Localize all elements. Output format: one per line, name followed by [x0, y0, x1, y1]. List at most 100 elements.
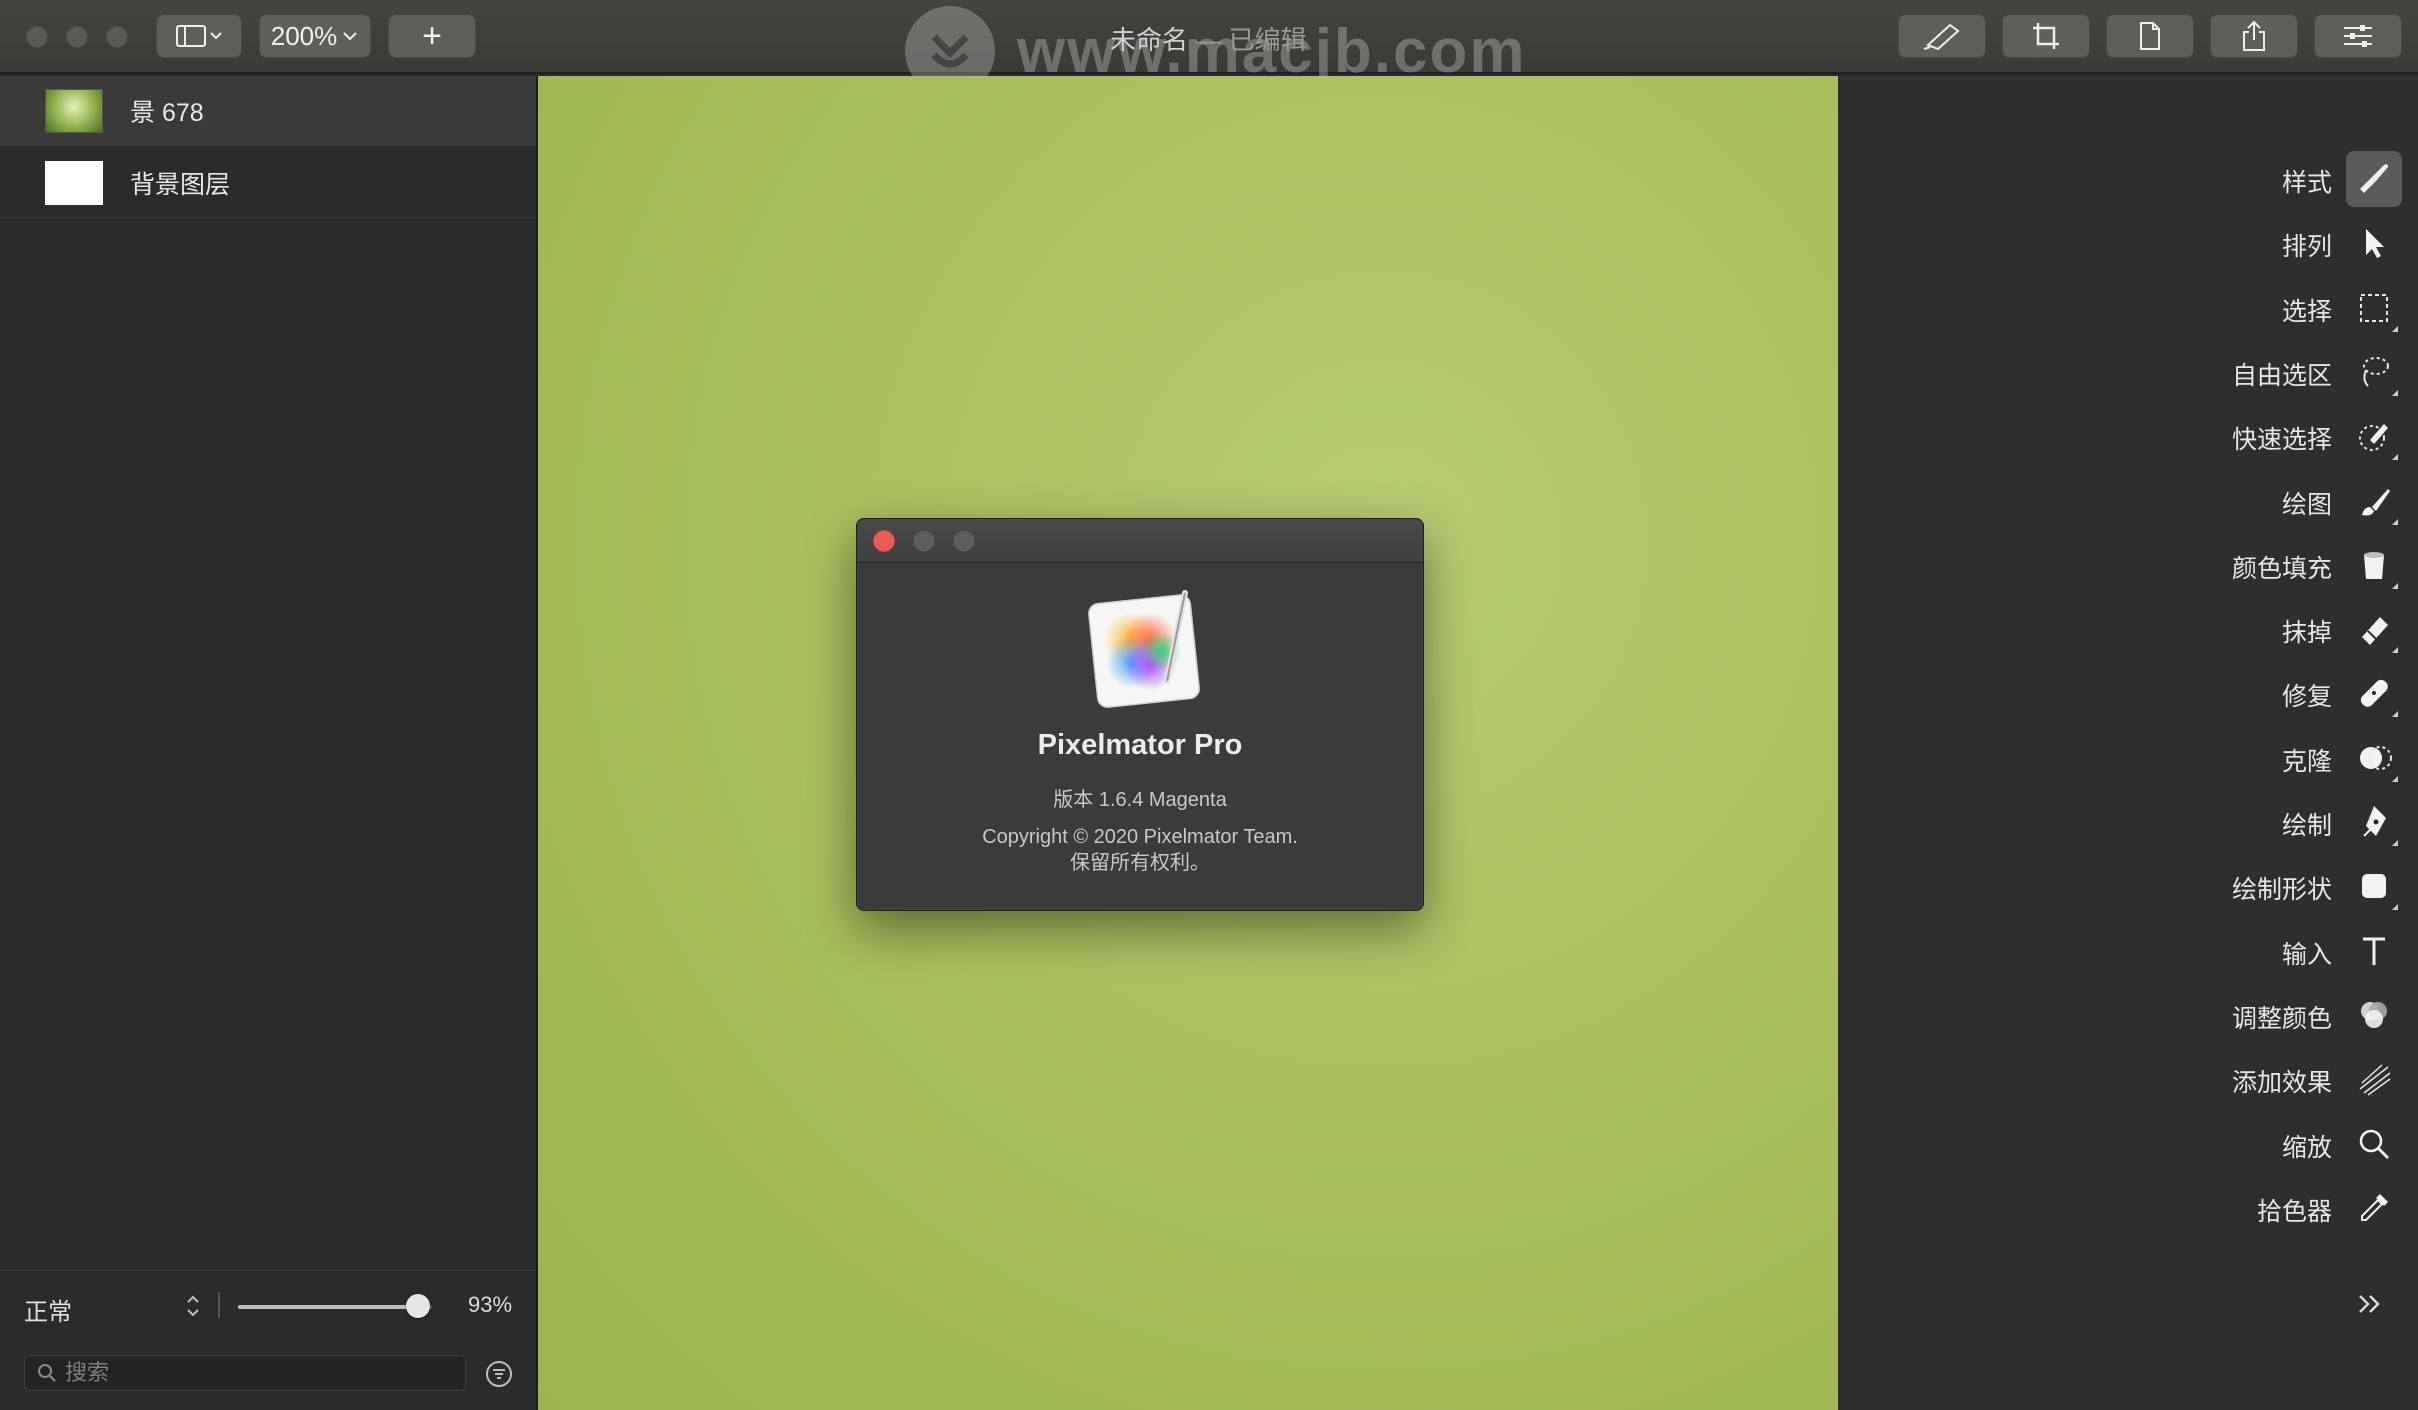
tool-label: 绘制 [2281, 812, 2332, 840]
tool-label: 颜色填充 [2231, 555, 2332, 583]
pen-nib-icon[interactable] [2346, 794, 2402, 850]
chevron-down-icon [343, 32, 357, 41]
dialog-titlebar [857, 519, 1423, 563]
eraser-icon[interactable] [2346, 601, 2402, 657]
magnifier-icon[interactable] [2346, 1116, 2402, 1172]
tool-label: 拾色器 [2256, 1198, 2332, 1226]
marquee-select-icon[interactable] [2346, 280, 2402, 336]
tool-label: 选择 [2281, 298, 2332, 326]
app-name: Pixelmator Pro [1037, 729, 1243, 761]
close-dialog-button[interactable] [873, 530, 895, 552]
tool-label: 自由选区 [2231, 362, 2332, 390]
document-button[interactable] [2106, 14, 2194, 58]
filter-icon[interactable] [484, 1359, 514, 1389]
search-input[interactable] [65, 1360, 445, 1386]
tool-label: 排列 [2281, 233, 2332, 261]
tool-item[interactable]: 绘制形状 [1838, 858, 2418, 914]
share-button[interactable] [2210, 14, 2298, 58]
tool-label: 快速选择 [2231, 426, 2332, 454]
tool-item[interactable]: 添加效果 [1838, 1051, 2418, 1107]
layer-row[interactable]: 背景图层 [0, 148, 536, 218]
lasso-icon[interactable] [2346, 344, 2402, 400]
pixelmator-pro-app-icon [1088, 590, 1200, 708]
tool-label: 样式 [2281, 169, 2332, 197]
submenu-corner-icon [2392, 583, 2398, 589]
sidebar-toggle-button[interactable] [156, 14, 242, 58]
opacity-value: 93% [468, 1292, 513, 1317]
brush-style-icon[interactable] [2346, 151, 2402, 207]
crop-button[interactable] [2002, 14, 2090, 58]
submenu-corner-icon [2392, 776, 2398, 782]
text-t-icon[interactable] [2346, 923, 2402, 979]
tool-item[interactable]: 样式 [1838, 151, 2418, 207]
app-copyright: Copyright © 2020 Pixelmator Team. 保留所有权利… [857, 824, 1423, 876]
submenu-corner-icon [2392, 519, 2398, 525]
blend-mode-select[interactable]: 正常 [24, 1292, 72, 1327]
submenu-corner-icon [2392, 454, 2398, 460]
zoom-dropdown[interactable]: 200% [259, 14, 371, 58]
color-adjust-icon[interactable] [2346, 987, 2402, 1043]
tool-item[interactable]: 选择 [1838, 280, 2418, 336]
zoom-value: 200% [270, 20, 338, 51]
tool-item[interactable]: 自由选区 [1838, 344, 2418, 400]
up-down-chevron-icon[interactable] [184, 1292, 202, 1320]
document-name: 未命名 [1110, 25, 1189, 55]
window-titlebar: 200% + www.macjb.com 未命名 — 已编辑 [0, 0, 2418, 96]
tool-item[interactable]: 排列 [1838, 215, 2418, 271]
layer-row[interactable]: 景 678 [0, 76, 536, 146]
submenu-corner-icon [2392, 647, 2398, 653]
paint-bucket-icon[interactable] [2346, 537, 2402, 593]
opacity-slider-fill [238, 1305, 418, 1309]
tool-item[interactable]: 缩放 [1838, 1116, 2418, 1172]
quick-select-icon[interactable] [2346, 408, 2402, 464]
document-icon [2140, 22, 2160, 50]
app-version: 版本 1.6.4 Magenta [1053, 789, 1227, 811]
brush-icon [1923, 23, 1960, 51]
minimize-window-button[interactable] [66, 26, 88, 48]
tool-item[interactable]: 抹掉 [1838, 601, 2418, 657]
tool-label: 缩放 [2281, 1134, 2332, 1162]
opacity-slider[interactable] [238, 1305, 432, 1309]
divider [0, 1270, 536, 1271]
crop-icon [2033, 23, 2059, 49]
arrow-pointer-icon[interactable] [2346, 215, 2402, 271]
about-dialog: Pixelmator Pro 版本 1.6.4 Magenta Copyrigh… [856, 518, 1424, 911]
close-window-button[interactable] [26, 26, 48, 48]
rights-line: 保留所有权利。 [1070, 852, 1210, 874]
tool-label: 抹掉 [2281, 619, 2332, 647]
submenu-corner-icon [2392, 711, 2398, 717]
double-chevron-right-icon[interactable] [2350, 1284, 2390, 1324]
paint-brush-icon[interactable] [2346, 473, 2402, 529]
rounded-square-icon[interactable] [2346, 858, 2402, 914]
tool-item[interactable]: 修复 [1838, 665, 2418, 721]
search-icon [38, 1364, 56, 1382]
layer-thumbnail [45, 88, 103, 133]
copyright-line: Copyright © 2020 Pixelmator Team. [982, 826, 1298, 848]
eyedropper-icon[interactable] [2346, 1180, 2402, 1236]
bandage-icon[interactable] [2346, 665, 2402, 721]
adjustments-button[interactable] [2314, 14, 2402, 58]
layer-name: 景 678 [130, 98, 204, 127]
tool-item[interactable]: 调整颜色 [1838, 987, 2418, 1043]
tool-item[interactable]: 快速选择 [1838, 408, 2418, 464]
tool-item[interactable]: 拾色器 [1838, 1180, 2418, 1236]
divider [218, 1292, 220, 1318]
tool-item[interactable]: 输入 [1838, 923, 2418, 979]
add-button[interactable]: + [388, 14, 476, 58]
tool-label: 克隆 [2281, 748, 2332, 776]
layer-search[interactable] [24, 1355, 466, 1391]
tools-brush-button[interactable] [1898, 14, 1986, 58]
effects-icon[interactable] [2346, 1051, 2402, 1107]
submenu-corner-icon [2392, 904, 2398, 910]
title-separator: — [1195, 25, 1222, 55]
clone-stamp-icon[interactable] [2346, 730, 2402, 786]
tool-item[interactable]: 绘制 [1838, 794, 2418, 850]
tool-item[interactable]: 颜色填充 [1838, 537, 2418, 593]
opacity-slider-knob[interactable] [406, 1294, 430, 1318]
zoom-window-button[interactable] [106, 26, 128, 48]
layer-name: 背景图层 [130, 170, 231, 199]
document-status: 已编辑 [1228, 25, 1307, 55]
tool-item[interactable]: 绘图 [1838, 473, 2418, 529]
zoom-dialog-button [953, 530, 975, 552]
tool-item[interactable]: 克隆 [1838, 730, 2418, 786]
